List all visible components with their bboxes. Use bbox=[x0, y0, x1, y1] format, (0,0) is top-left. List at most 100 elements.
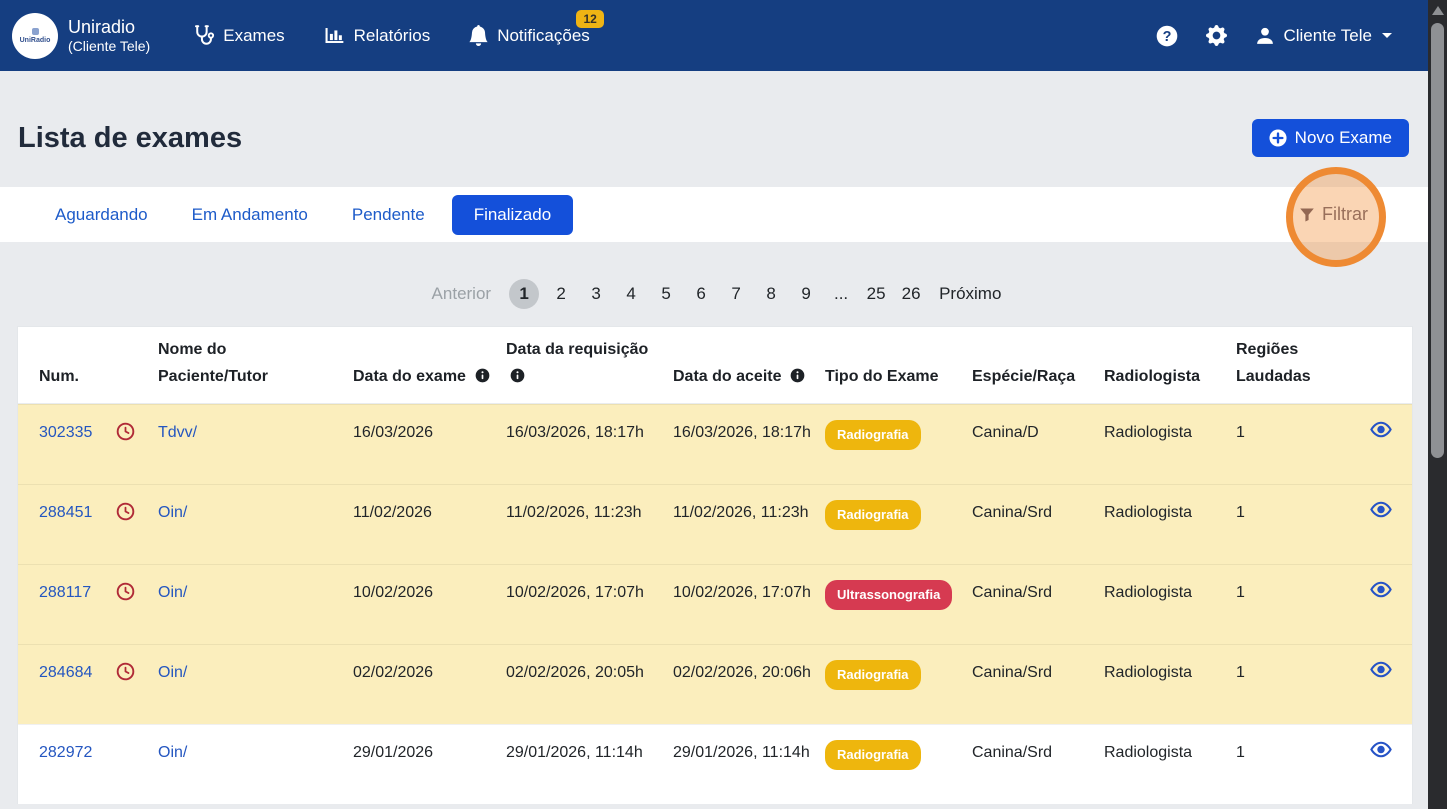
accept-date: 02/02/2026, 20:06h bbox=[673, 645, 825, 724]
patient-name-link[interactable]: Oin/ bbox=[158, 645, 353, 724]
pagination-page-number[interactable]: 9 bbox=[793, 284, 819, 304]
regions-count: 1 bbox=[1236, 725, 1358, 804]
pagination-page-number[interactable]: 2 bbox=[548, 284, 574, 304]
exam-number-link[interactable]: 282972 bbox=[18, 725, 116, 804]
table-row: 284684 Oin/ 02/02/2026 02/02/2026, 20:05… bbox=[18, 644, 1412, 724]
notification-count-badge: 12 bbox=[576, 10, 603, 28]
request-date: 29/01/2026, 11:14h bbox=[506, 725, 673, 804]
col-header-request-date: Data da requisição bbox=[506, 337, 673, 403]
nav-exames[interactable]: Exames bbox=[192, 24, 284, 47]
eye-icon[interactable] bbox=[1370, 421, 1392, 438]
patient-name-link[interactable]: Tdvv/ bbox=[158, 405, 353, 484]
bell-icon bbox=[468, 25, 489, 46]
species-breed: Canina/D bbox=[972, 405, 1104, 484]
nav-notificacoes[interactable]: Notificações 12 bbox=[468, 25, 590, 46]
radiologist: Radiologista bbox=[1104, 485, 1236, 564]
pagination-next[interactable]: Próximo bbox=[933, 284, 1007, 304]
status-tabs: Aguardando Em Andamento Pendente Finaliz… bbox=[38, 195, 583, 235]
pagination-page-number[interactable]: ... bbox=[828, 284, 854, 304]
user-menu[interactable]: Cliente Tele bbox=[1255, 26, 1392, 46]
col-header-radiologist: Radiologista bbox=[1104, 364, 1236, 403]
settings-button[interactable] bbox=[1206, 25, 1227, 46]
filter-button[interactable]: Filtrar bbox=[1299, 204, 1368, 225]
info-icon[interactable] bbox=[510, 368, 525, 383]
pagination-page-number[interactable]: 26 bbox=[898, 284, 924, 304]
col-header-patient: Nome do Paciente/Tutor bbox=[158, 337, 353, 403]
species-breed: Canina/Srd bbox=[972, 645, 1104, 724]
eye-icon[interactable] bbox=[1370, 741, 1392, 758]
clock-icon bbox=[116, 662, 135, 681]
info-icon[interactable] bbox=[790, 368, 805, 383]
patient-name-link[interactable]: Oin/ bbox=[158, 485, 353, 564]
radiologist: Radiologista bbox=[1104, 565, 1236, 644]
col-header-exam-type: Tipo do Exame bbox=[825, 364, 972, 403]
exams-table: Num. Nome do Paciente/Tutor Data do exam… bbox=[17, 326, 1413, 804]
patient-name-link[interactable]: Oin/ bbox=[158, 565, 353, 644]
request-date: 10/02/2026, 17:07h bbox=[506, 565, 673, 644]
radiologist: Radiologista bbox=[1104, 405, 1236, 484]
exam-type-badge: Radiografia bbox=[825, 500, 921, 530]
status-tab[interactable]: Pendente bbox=[335, 195, 442, 235]
pagination-page-number[interactable]: 6 bbox=[688, 284, 714, 304]
gear-icon bbox=[1206, 25, 1227, 46]
chevron-down-icon bbox=[1382, 33, 1392, 38]
exam-number-link[interactable]: 302335 bbox=[18, 405, 116, 484]
pagination-previous[interactable]: Anterior bbox=[423, 284, 501, 304]
exam-date: 16/03/2026 bbox=[353, 405, 506, 484]
pagination-page-number[interactable]: 5 bbox=[653, 284, 679, 304]
table-row: 282972 Oin/ 29/01/2026 29/01/2026, 11:14… bbox=[18, 724, 1412, 804]
eye-icon[interactable] bbox=[1370, 581, 1392, 598]
exam-number-link[interactable]: 288117 bbox=[18, 565, 116, 644]
pagination-page-number[interactable]: 25 bbox=[863, 284, 889, 304]
logo-mark bbox=[32, 28, 39, 35]
accept-date: 10/02/2026, 17:07h bbox=[673, 565, 825, 644]
brand-text: Uniradio (Cliente Tele) bbox=[68, 16, 150, 56]
accept-date: 29/01/2026, 11:14h bbox=[673, 725, 825, 804]
filter-label: Filtrar bbox=[1322, 204, 1368, 225]
page-title: Lista de exames bbox=[18, 122, 242, 155]
table-header-row: Num. Nome do Paciente/Tutor Data do exam… bbox=[18, 327, 1412, 404]
bar-chart-icon bbox=[323, 24, 346, 47]
new-exam-button[interactable]: Novo Exame bbox=[1252, 119, 1409, 157]
species-breed: Canina/Srd bbox=[972, 485, 1104, 564]
svg-text:?: ? bbox=[1163, 28, 1172, 44]
status-tab[interactable]: Finalizado bbox=[452, 195, 574, 235]
brand[interactable]: UniRadio Uniradio (Cliente Tele) bbox=[12, 13, 150, 59]
person-icon bbox=[1255, 26, 1275, 46]
exam-type-badge: Radiografia bbox=[825, 740, 921, 770]
request-date: 11/02/2026, 11:23h bbox=[506, 485, 673, 564]
nav-label: Notificações bbox=[497, 26, 590, 46]
eye-icon[interactable] bbox=[1370, 661, 1392, 678]
clock-icon bbox=[116, 422, 135, 441]
new-exam-label: Novo Exame bbox=[1295, 128, 1392, 148]
exam-number-link[interactable]: 288451 bbox=[18, 485, 116, 564]
pagination-page-number[interactable]: 4 bbox=[618, 284, 644, 304]
help-button[interactable]: ? bbox=[1156, 25, 1178, 47]
pagination-page-number[interactable]: 1 bbox=[509, 279, 539, 309]
navbar: UniRadio Uniradio (Cliente Tele) Exames bbox=[0, 0, 1447, 71]
regions-count: 1 bbox=[1236, 645, 1358, 724]
request-date: 16/03/2026, 18:17h bbox=[506, 405, 673, 484]
scrollbar-up-arrow-icon[interactable] bbox=[1432, 6, 1444, 15]
exam-date: 11/02/2026 bbox=[353, 485, 506, 564]
col-header-accept-date: Data do aceite bbox=[673, 364, 825, 403]
status-tab[interactable]: Aguardando bbox=[38, 195, 165, 235]
main-content: Lista de exames Novo Exame Aguardando Em… bbox=[0, 119, 1447, 804]
scrollbar-thumb[interactable] bbox=[1431, 23, 1444, 458]
pagination-page-number[interactable]: 7 bbox=[723, 284, 749, 304]
eye-icon[interactable] bbox=[1370, 501, 1392, 518]
patient-name-link[interactable]: Oin/ bbox=[158, 725, 353, 804]
exam-number-link[interactable]: 284684 bbox=[18, 645, 116, 724]
user-label: Cliente Tele bbox=[1283, 26, 1372, 46]
accept-date: 16/03/2026, 18:17h bbox=[673, 405, 825, 484]
pagination-page-number[interactable]: 3 bbox=[583, 284, 609, 304]
status-tab[interactable]: Em Andamento bbox=[175, 195, 325, 235]
pagination-page-number[interactable]: 8 bbox=[758, 284, 784, 304]
table-row: 288451 Oin/ 11/02/2026 11/02/2026, 11:23… bbox=[18, 484, 1412, 564]
exam-date: 02/02/2026 bbox=[353, 645, 506, 724]
info-icon[interactable] bbox=[475, 368, 490, 383]
nav-relatorios[interactable]: Relatórios bbox=[323, 24, 431, 47]
pagination-pages: 1 2 3 4 5 6 7 8 9 ... 25 26 bbox=[509, 279, 924, 309]
scrollbar[interactable] bbox=[1428, 0, 1447, 809]
tab-strip: Aguardando Em Andamento Pendente Finaliz… bbox=[0, 187, 1430, 242]
